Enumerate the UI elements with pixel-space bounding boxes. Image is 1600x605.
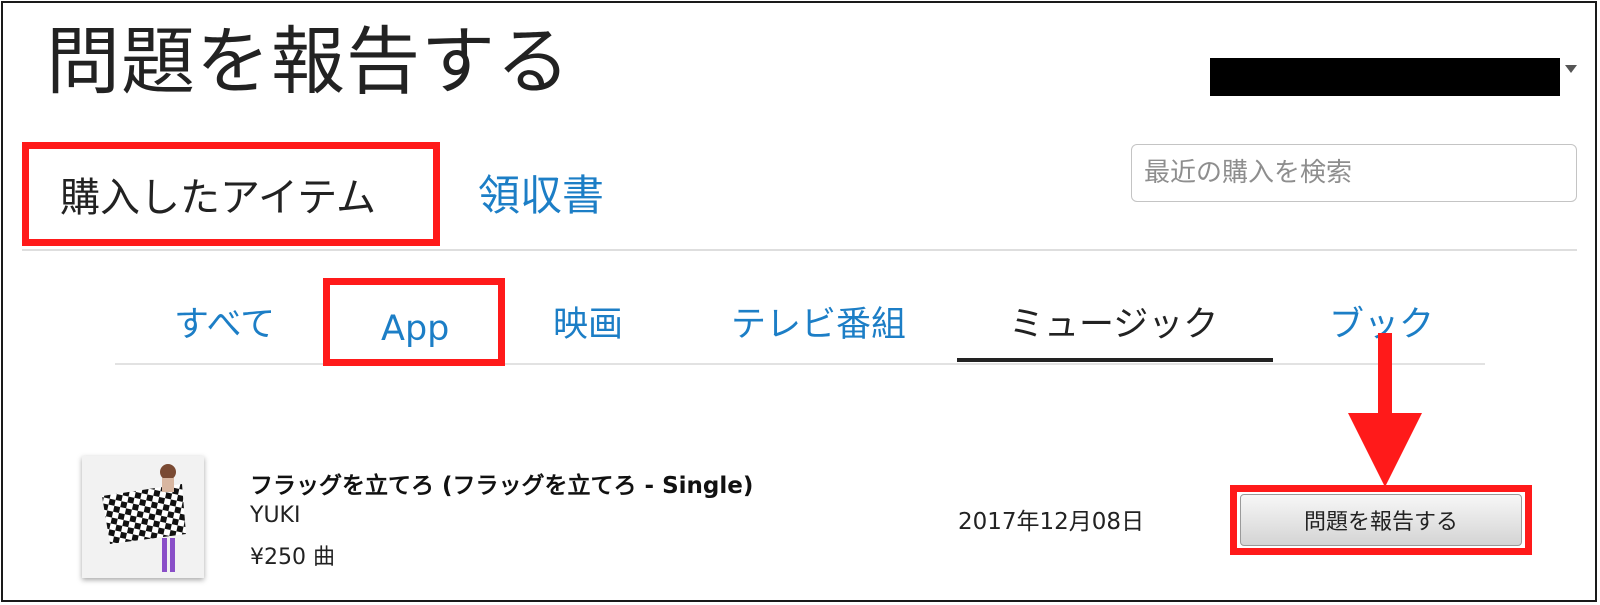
tab-receipts[interactable]: 領収書 bbox=[478, 168, 604, 224]
category-tab-app[interactable]: App bbox=[381, 304, 449, 354]
annotation-arrow-shaft bbox=[1378, 333, 1392, 415]
account-name-redacted bbox=[1210, 58, 1560, 96]
active-tab-indicator bbox=[957, 358, 1273, 362]
category-tab-music[interactable]: ミュージック bbox=[1009, 300, 1218, 350]
arrow-down-icon bbox=[1348, 413, 1422, 487]
account-menu[interactable] bbox=[1210, 58, 1562, 96]
purchase-price: ¥250 曲 bbox=[250, 545, 335, 570]
tabs-divider bbox=[22, 249, 1577, 251]
search-input[interactable] bbox=[1131, 144, 1577, 202]
tab-purchased-items[interactable]: 購入したアイテム bbox=[22, 142, 440, 246]
report-problem-button[interactable]: 問題を報告する bbox=[1240, 494, 1522, 546]
chevron-down-icon[interactable] bbox=[1565, 65, 1577, 73]
album-artwork bbox=[82, 456, 204, 578]
category-tab-movies[interactable]: 映画 bbox=[553, 300, 623, 350]
purchase-date: 2017年12月08日 bbox=[958, 509, 1145, 535]
purchase-artist: YUKI bbox=[250, 503, 301, 528]
category-tab-all[interactable]: すべて bbox=[174, 300, 275, 350]
page-title: 問題を報告する bbox=[46, 19, 571, 105]
category-tab-tv-shows[interactable]: テレビ番組 bbox=[731, 300, 906, 350]
purchase-title: フラッグを立てろ (フラッグを立てろ - Single) bbox=[250, 473, 754, 499]
categories-divider bbox=[115, 363, 1485, 365]
